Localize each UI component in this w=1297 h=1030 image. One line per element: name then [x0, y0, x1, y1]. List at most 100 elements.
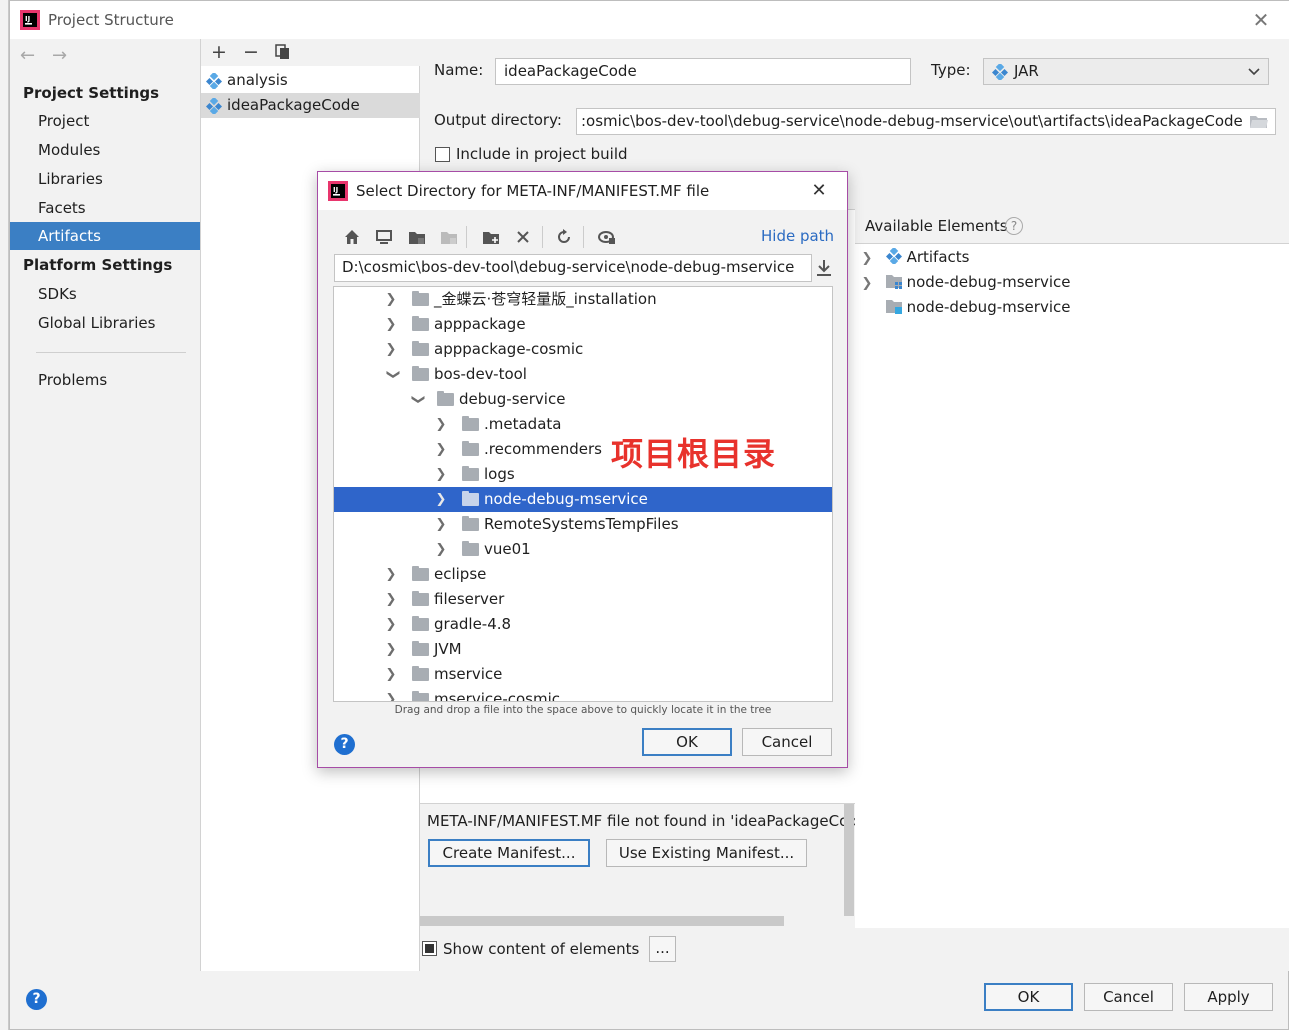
tree-row[interactable]: ❯ JVM	[334, 637, 832, 662]
name-field[interactable]: ideaPackageCode	[495, 58, 911, 85]
remove-artifact-button[interactable]: −	[241, 42, 261, 62]
browse-folder-icon[interactable]	[1249, 113, 1269, 129]
question-icon[interactable]: ?	[1005, 217, 1023, 235]
name-label: Name:	[434, 61, 484, 79]
chevron-right-icon: ❯	[385, 692, 397, 702]
available-element-label: node-debug-mservice	[906, 298, 1071, 316]
manifest-message: META-INF/MANIFEST.MF file not found in '…	[427, 812, 855, 830]
tree-row[interactable]: ❯ apppackage	[334, 312, 832, 337]
available-elements-label: Available Elements	[865, 217, 1008, 235]
folder-icon	[412, 641, 429, 656]
sidebar-item-sdks[interactable]: SDKs	[10, 280, 200, 308]
chevron-right-icon: ❯	[435, 542, 447, 557]
window-close-button[interactable]: ✕	[1250, 9, 1272, 31]
tree-row-selected[interactable]: ❯ node-debug-mservice	[334, 487, 832, 512]
delete-icon[interactable]	[512, 226, 534, 248]
intellij-logo-icon: IJ	[20, 10, 40, 30]
hide-path-link[interactable]: Hide path	[761, 227, 834, 245]
tree-row[interactable]: ❯ RemoteSystemsTempFiles	[334, 512, 832, 537]
chevron-right-icon: ❯	[385, 342, 397, 357]
apply-button[interactable]: Apply	[1184, 983, 1273, 1011]
sidebar-item-facets[interactable]: Facets	[10, 194, 200, 222]
jar-icon	[992, 64, 1008, 80]
folder-icon	[412, 291, 429, 306]
tree-row[interactable]: ❯ debug-service	[334, 387, 832, 412]
sidebar-item-artifacts[interactable]: Artifacts	[10, 222, 200, 250]
show-content-options-button[interactable]: ...	[649, 936, 676, 962]
type-value: JAR	[1014, 62, 1039, 80]
sidebar-item-problems[interactable]: Problems	[10, 366, 200, 394]
sidebar-item-global-libraries[interactable]: Global Libraries	[10, 309, 200, 337]
show-hidden-files-icon[interactable]	[596, 226, 618, 248]
folder-icon	[412, 341, 429, 356]
dialog-cancel-button[interactable]: Cancel	[742, 728, 832, 756]
create-manifest-button[interactable]: Create Manifest...	[428, 839, 590, 867]
available-element-row[interactable]: ❯ node-debug-mservice	[859, 270, 1071, 295]
refresh-icon[interactable]	[553, 226, 575, 248]
tree-row[interactable]: ❯ vue01	[334, 537, 832, 562]
project-folder-icon[interactable]	[406, 226, 428, 248]
folder-icon	[437, 391, 454, 406]
output-directory-field[interactable]: :osmic\bos-dev-tool\debug-service\node-d…	[576, 108, 1276, 135]
path-input[interactable]: D:\cosmic\bos-dev-tool\debug-service\nod…	[334, 254, 812, 282]
ok-button[interactable]: OK	[984, 983, 1073, 1011]
tree-row[interactable]: ❯ bos-dev-tool	[334, 362, 832, 387]
forward-arrow-icon[interactable]: →	[52, 45, 67, 66]
chevron-right-icon: ❯	[435, 467, 447, 482]
output-directory-label: Output directory:	[434, 111, 562, 129]
use-existing-manifest-button[interactable]: Use Existing Manifest...	[606, 839, 807, 867]
folder-icon	[412, 566, 429, 581]
chevron-right-icon: ❯	[385, 292, 397, 307]
select-directory-dialog: IJ Select Directory for META-INF/MANIFES…	[317, 171, 848, 768]
chevron-right-icon: ❯	[385, 567, 397, 582]
dialog-title: Select Directory for META-INF/MANIFEST.M…	[356, 182, 710, 200]
include-in-build-checkbox[interactable]	[435, 147, 450, 162]
available-elements-tree: ❯ Artifacts ❯ node-debug-mservice node-d…	[855, 243, 1289, 928]
vertical-scrollbar[interactable]	[844, 804, 854, 916]
available-element-row[interactable]: ❯ Artifacts	[859, 245, 969, 270]
sidebar-item-project[interactable]: Project	[10, 107, 200, 135]
horizontal-scrollbar[interactable]	[420, 916, 784, 926]
folder-icon	[462, 516, 479, 531]
dialog-titlebar: IJ Select Directory for META-INF/MANIFES…	[318, 172, 847, 210]
tree-row[interactable]: ❯ eclipse	[334, 562, 832, 587]
folder-icon	[462, 441, 479, 456]
cancel-button[interactable]: Cancel	[1084, 983, 1173, 1011]
tree-row[interactable]: ❯ fileserver	[334, 587, 832, 612]
new-folder-icon[interactable]	[480, 226, 502, 248]
type-select[interactable]: JAR	[983, 58, 1269, 85]
copy-artifact-button[interactable]	[273, 42, 293, 62]
available-element-row[interactable]: node-debug-mservice	[859, 295, 1070, 320]
dialog-ok-button[interactable]: OK	[642, 728, 732, 756]
tree-row[interactable]: ❯ apppackage-cosmic	[334, 337, 832, 362]
sidebar-item-libraries[interactable]: Libraries	[10, 165, 200, 193]
folder-icon	[412, 591, 429, 606]
download-arrow-icon[interactable]	[816, 259, 832, 277]
chevron-right-icon: ❯	[435, 442, 447, 457]
svg-text:IJ: IJ	[333, 186, 338, 194]
directory-tree: ❯ _金蝶云·苍穹轻量版_installation ❯ apppackage ❯ ap…	[333, 286, 833, 702]
add-artifact-button[interactable]: +	[209, 42, 229, 62]
sidebar-item-modules[interactable]: Modules	[10, 136, 200, 164]
settings-sidebar: ← → Project Settings Project Modules Lib…	[10, 39, 201, 1010]
desktop-icon[interactable]	[373, 226, 395, 248]
tree-row[interactable]: ❯ _金蝶云·苍穹轻量版_installation	[334, 287, 832, 312]
home-icon[interactable]	[341, 226, 363, 248]
dialog-help-icon[interactable]: ?	[334, 734, 355, 755]
module-folder-icon[interactable]	[438, 226, 460, 248]
artifact-label: analysis	[227, 71, 288, 89]
artifacts-icon	[885, 246, 902, 266]
chevron-right-icon: ❯	[385, 317, 397, 332]
artifact-item[interactable]: analysis	[201, 68, 420, 93]
tree-row[interactable]: ❯ gradle-4.8	[334, 612, 832, 637]
help-icon[interactable]: ?	[26, 989, 47, 1010]
dialog-close-button[interactable]: ✕	[808, 180, 830, 202]
folder-icon	[412, 366, 429, 381]
show-content-label: Show content of elements	[443, 940, 640, 958]
back-arrow-icon[interactable]: ←	[20, 45, 35, 66]
tree-row[interactable]: ❯ mservice-cosmic	[334, 687, 832, 702]
show-content-checkbox[interactable]	[422, 941, 437, 956]
chevron-right-icon: ❯	[435, 492, 447, 507]
artifact-item-selected[interactable]: ideaPackageCode	[201, 93, 420, 118]
tree-row[interactable]: ❯ mservice	[334, 662, 832, 687]
